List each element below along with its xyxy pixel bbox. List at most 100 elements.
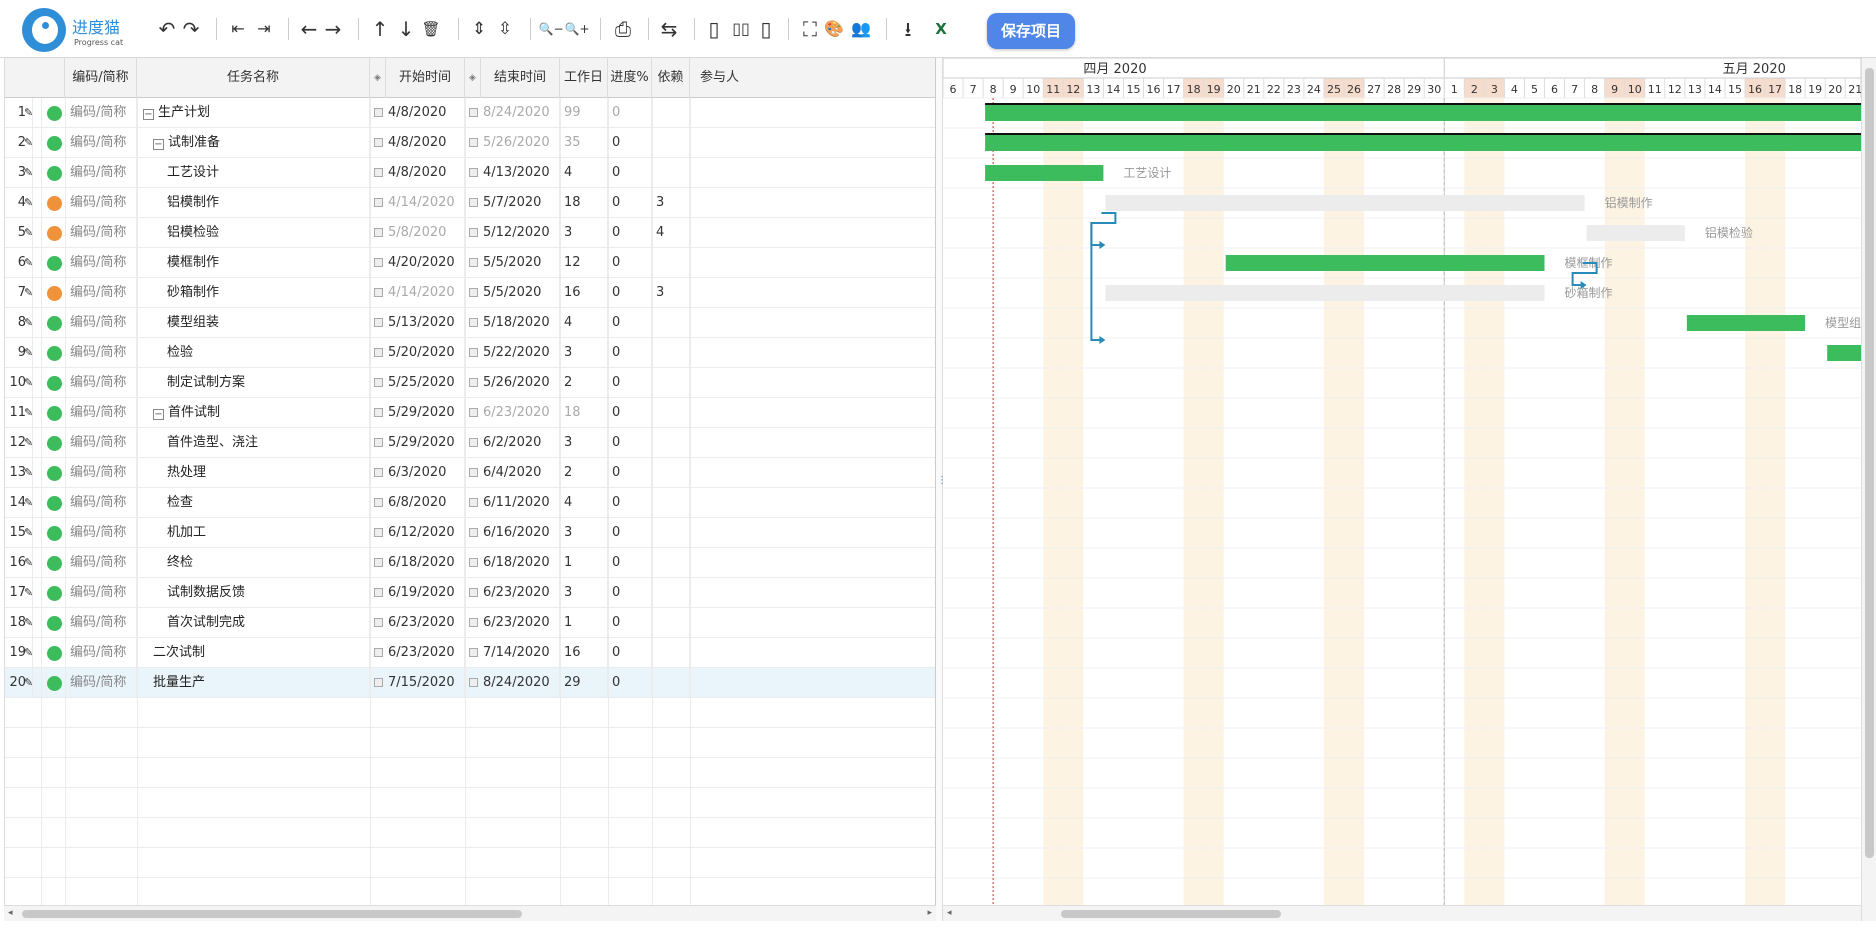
header-depends[interactable]: 依赖: [652, 58, 690, 98]
task-name-cell[interactable]: 热处理: [137, 458, 370, 488]
depends-cell[interactable]: 3: [652, 278, 690, 308]
zoom-out-icon[interactable]: 🔍−: [538, 15, 564, 43]
start-lock-checkbox[interactable]: [374, 468, 383, 477]
end-date-cell[interactable]: 6/4/2020: [465, 458, 560, 488]
start-date-cell[interactable]: 6/12/2020: [370, 518, 465, 548]
task-code[interactable]: 编码/简称: [65, 368, 137, 398]
header-workdays[interactable]: 工作日: [560, 58, 608, 98]
collapse-all-icon[interactable]: ⇳: [494, 15, 516, 43]
end-lock-checkbox[interactable]: [469, 438, 478, 447]
start-date-cell[interactable]: 5/29/2020: [370, 428, 465, 458]
workdays-cell[interactable]: 35: [560, 128, 608, 158]
depends-cell[interactable]: [652, 398, 690, 428]
table-row[interactable]: 16 ✎ 编码/简称 终检 6/18/2020 6/18/2020 1 0: [5, 548, 935, 578]
start-lock-checkbox[interactable]: [374, 408, 383, 417]
start-lock-checkbox[interactable]: [374, 618, 383, 627]
start-date-cell[interactable]: 5/13/2020: [370, 308, 465, 338]
start-lock-checkbox[interactable]: [374, 288, 383, 297]
move-down-icon[interactable]: ↓: [396, 15, 416, 43]
start-lock-checkbox[interactable]: [374, 498, 383, 507]
workdays-cell[interactable]: 16: [560, 638, 608, 668]
header-people[interactable]: 参与人: [690, 58, 935, 98]
task-name-cell[interactable]: − 生产计划: [137, 98, 370, 128]
end-lock-checkbox[interactable]: [469, 288, 478, 297]
people-cell[interactable]: [690, 488, 935, 518]
end-lock-checkbox[interactable]: [469, 498, 478, 507]
people-cell[interactable]: [690, 308, 935, 338]
workdays-cell[interactable]: 4: [560, 488, 608, 518]
end-lock-checkbox[interactable]: [469, 528, 478, 537]
start-lock-checkbox[interactable]: [374, 318, 383, 327]
start-date-cell[interactable]: 5/20/2020: [370, 338, 465, 368]
people-cell[interactable]: [690, 458, 935, 488]
edit-pencil-icon[interactable]: ✎: [24, 128, 34, 158]
workdays-cell[interactable]: 3: [560, 428, 608, 458]
progress-cell[interactable]: 0: [608, 128, 652, 158]
end-date-cell[interactable]: 6/16/2020: [465, 518, 560, 548]
table-row[interactable]: 2 ✎ 编码/简称 − 试制准备 4/8/2020 5/26/2020 35 0: [5, 128, 935, 158]
end-lock-checkbox[interactable]: [469, 228, 478, 237]
start-sort-icon[interactable]: ◈: [370, 58, 386, 98]
task-name-cell[interactable]: 首次试制完成: [137, 608, 370, 638]
critical-path-icon[interactable]: ⇆: [656, 15, 682, 43]
workdays-cell[interactable]: 1: [560, 608, 608, 638]
print-icon[interactable]: ⎙: [610, 15, 636, 43]
task-code[interactable]: 编码/简称: [65, 218, 137, 248]
task-name-cell[interactable]: 模框制作: [137, 248, 370, 278]
task-name-cell[interactable]: 机加工: [137, 518, 370, 548]
edit-pencil-icon[interactable]: ✎: [24, 98, 34, 128]
end-date-cell[interactable]: 6/18/2020: [465, 548, 560, 578]
workdays-cell[interactable]: 3: [560, 218, 608, 248]
end-lock-checkbox[interactable]: [469, 138, 478, 147]
layout-split-icon[interactable]: ▯▯: [726, 15, 756, 43]
end-date-cell[interactable]: 8/24/2020: [465, 668, 560, 698]
header-start[interactable]: 开始时间: [386, 58, 465, 98]
end-lock-checkbox[interactable]: [469, 108, 478, 117]
people-cell[interactable]: [690, 128, 935, 158]
task-code[interactable]: 编码/简称: [65, 548, 137, 578]
start-lock-checkbox[interactable]: [374, 168, 383, 177]
edit-pencil-icon[interactable]: ✎: [24, 488, 34, 518]
edit-pencil-icon[interactable]: ✎: [24, 428, 34, 458]
people-cell[interactable]: [690, 98, 935, 128]
gantt-scroll-left-icon[interactable]: ◂: [947, 908, 952, 918]
depends-cell[interactable]: [652, 548, 690, 578]
people-cell[interactable]: [690, 248, 935, 278]
end-lock-checkbox[interactable]: [469, 408, 478, 417]
grid-horizontal-scrollbar[interactable]: ◂ ▸: [4, 905, 936, 921]
end-date-cell[interactable]: 8/24/2020: [465, 98, 560, 128]
depends-cell[interactable]: [652, 368, 690, 398]
depends-cell[interactable]: [652, 128, 690, 158]
task-code[interactable]: 编码/简称: [65, 578, 137, 608]
progress-cell[interactable]: 0: [608, 248, 652, 278]
task-name-cell[interactable]: 终检: [137, 548, 370, 578]
start-date-cell[interactable]: 4/20/2020: [370, 248, 465, 278]
start-date-cell[interactable]: 4/8/2020: [370, 98, 465, 128]
move-right-icon[interactable]: →: [322, 15, 344, 43]
edit-pencil-icon[interactable]: ✎: [24, 248, 34, 278]
table-row[interactable]: 8 ✎ 编码/简称 模型组装 5/13/2020 5/18/2020 4 0: [5, 308, 935, 338]
edit-pencil-icon[interactable]: ✎: [24, 338, 34, 368]
end-lock-checkbox[interactable]: [469, 348, 478, 357]
layout-gantt-icon[interactable]: ▯: [756, 15, 776, 43]
collapse-toggle-icon[interactable]: −: [153, 409, 164, 420]
people-cell[interactable]: [690, 428, 935, 458]
depends-cell[interactable]: 3: [652, 188, 690, 218]
edit-pencil-icon[interactable]: ✎: [24, 458, 34, 488]
table-row[interactable]: 20 ✎ 编码/简称 批量生产 7/15/2020 8/24/2020 29 0: [5, 668, 935, 698]
table-row[interactable]: 6 ✎ 编码/简称 模框制作 4/20/2020 5/5/2020 12 0: [5, 248, 935, 278]
edit-pencil-icon[interactable]: ✎: [24, 158, 34, 188]
end-date-cell[interactable]: 5/7/2020: [465, 188, 560, 218]
depends-cell[interactable]: [652, 668, 690, 698]
task-name-cell[interactable]: − 首件试制: [137, 398, 370, 428]
end-date-cell[interactable]: 5/12/2020: [465, 218, 560, 248]
progress-cell[interactable]: 0: [608, 488, 652, 518]
end-date-cell[interactable]: 6/23/2020: [465, 398, 560, 428]
end-date-cell[interactable]: 5/5/2020: [465, 248, 560, 278]
task-code[interactable]: 编码/简称: [65, 518, 137, 548]
people-cell[interactable]: [690, 608, 935, 638]
end-date-cell[interactable]: 5/5/2020: [465, 278, 560, 308]
people-cell[interactable]: [690, 578, 935, 608]
task-name-cell[interactable]: 二次试制: [137, 638, 370, 668]
workdays-cell[interactable]: 12: [560, 248, 608, 278]
